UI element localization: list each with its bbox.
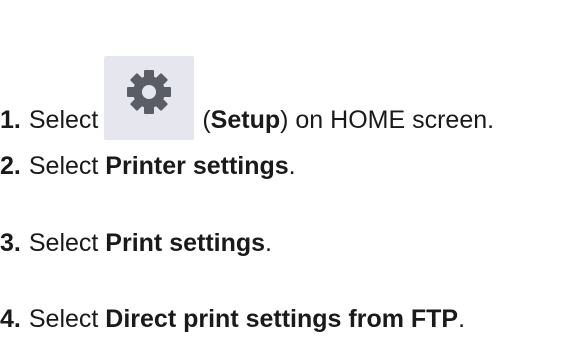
step-text-suffix: . [288, 152, 296, 180]
step-text-bold: Direct print settings from FTP [105, 305, 459, 333]
step-3: 3. Select Print settings. [0, 228, 272, 258]
setup-gear-icon [104, 56, 195, 140]
step-text-paren-close: ) [280, 106, 289, 134]
step-number: 3. [0, 229, 21, 257]
step-number: 2. [0, 152, 21, 180]
step-2: 2. Select Printer settings. [0, 151, 296, 181]
step-text-prefix: Select [28, 106, 99, 134]
step-text-bold: Setup [210, 106, 281, 134]
step-1: 1. Select (Setup) on HOME screen. [0, 56, 495, 162]
step-text-bold: Print settings [105, 229, 266, 257]
step-text-prefix: Select [28, 229, 106, 257]
step-number: 4. [0, 305, 21, 333]
step-text-prefix: Select [28, 152, 106, 180]
step-number: 1. [0, 106, 21, 134]
step-4: 4. Select Direct print settings from FTP… [0, 304, 465, 334]
step-text-bold: Printer settings [105, 152, 289, 180]
step-text-prefix: Select [28, 305, 106, 333]
step-text-suffix: . [265, 229, 272, 257]
step-text-suffix: . [458, 305, 466, 333]
step-text-suffix: on HOME screen. [288, 106, 495, 134]
step-text-paren-open: ( [202, 106, 211, 134]
